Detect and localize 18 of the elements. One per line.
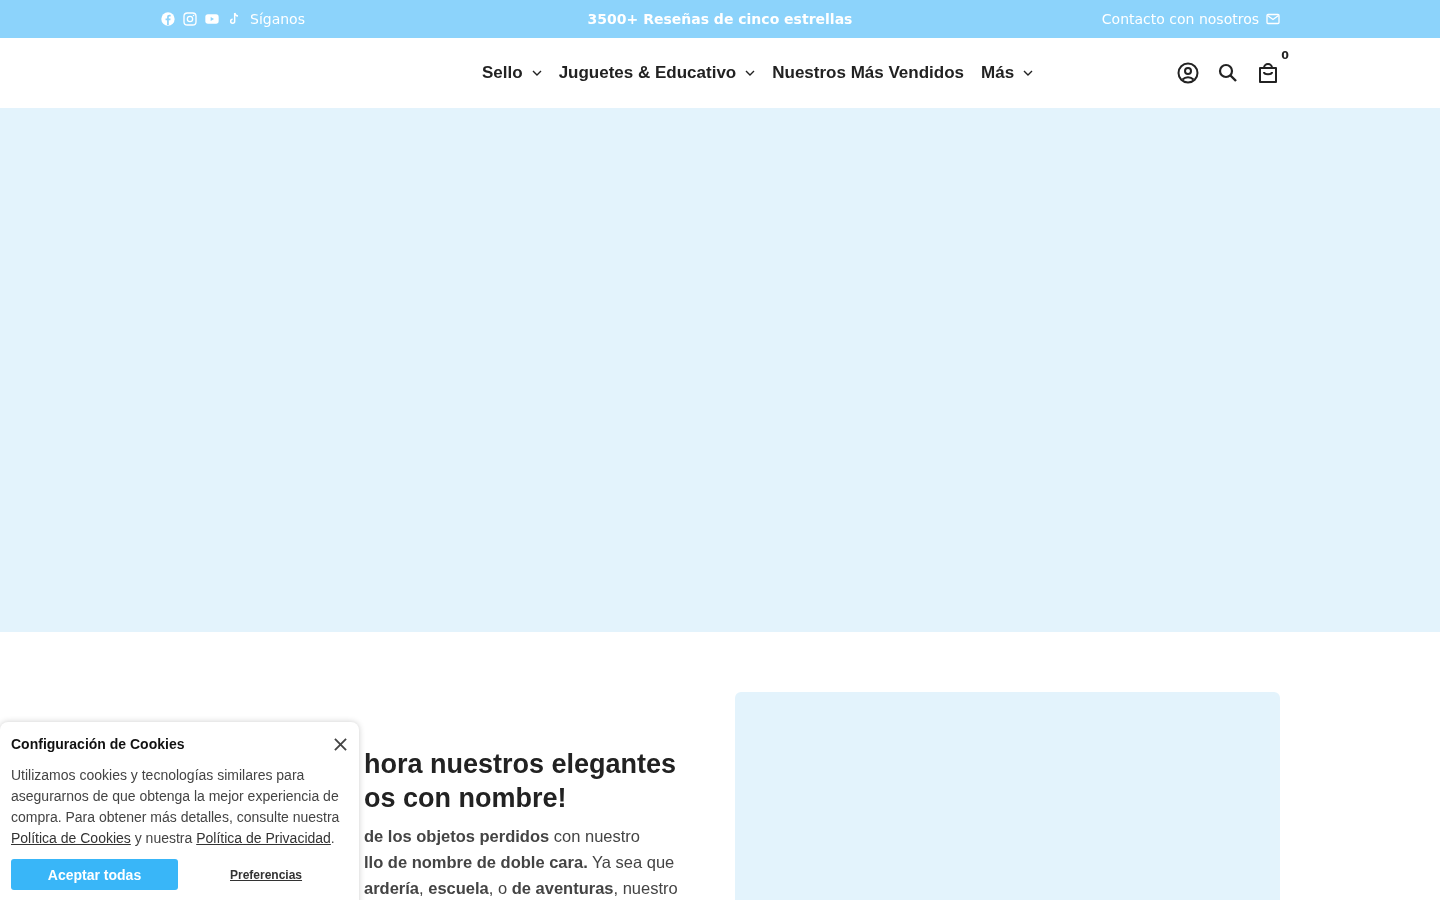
shopping-bag-icon[interactable]	[1256, 61, 1280, 85]
dialog-title: Configuración de Cookies	[11, 736, 185, 752]
nav-link[interactable]: Nuestros Más Vendidos	[772, 63, 964, 83]
privacy-policy-link[interactable]: Política de Privacidad	[196, 830, 331, 846]
account-icon[interactable]	[1176, 61, 1200, 85]
preferences-button[interactable]: Preferencias	[230, 867, 303, 882]
mail-icon	[1266, 13, 1280, 25]
nav-link[interactable]: Sello	[482, 63, 542, 83]
cart-count: 0	[1281, 49, 1289, 62]
close-icon[interactable]	[334, 737, 347, 751]
cookie-policy-link[interactable]: Política de Cookies	[11, 830, 131, 846]
cookie-notice-text: Utilizamos cookies y tecnologías similares para asegurarnos de que obtenga la mejor experiencia de compra. Para obtener más detalles, consulte nuestra Política de Cookies y nuestra Política de Privacidad.	[11, 766, 341, 848]
nav-link[interactable]: Más	[981, 63, 1034, 83]
section-paragraph: de los objetos perdidos con nuestro llo de nombre de doble cara. Ya sea que ardería, escuela, o de aventuras, nuestro	[364, 826, 679, 899]
section-heading: hora nuestros elegantes os con nombre!	[364, 748, 678, 815]
follow-label: Síganos	[250, 11, 305, 27]
announcement-text: 3500+ Reseñas de cinco estrellas	[587, 11, 853, 27]
nav-link[interactable]: Juguetes & Educativo	[558, 63, 756, 83]
